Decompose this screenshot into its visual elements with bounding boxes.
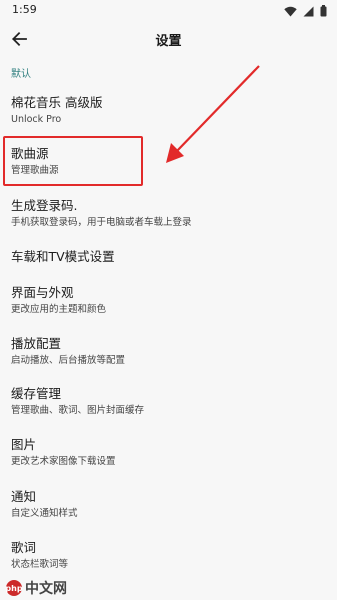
- annotation-arrow-icon: [166, 65, 260, 163]
- watermark: php 中文网: [5, 578, 67, 598]
- watermark-text: 中文网: [25, 581, 67, 597]
- php-logo-icon: php: [5, 580, 23, 596]
